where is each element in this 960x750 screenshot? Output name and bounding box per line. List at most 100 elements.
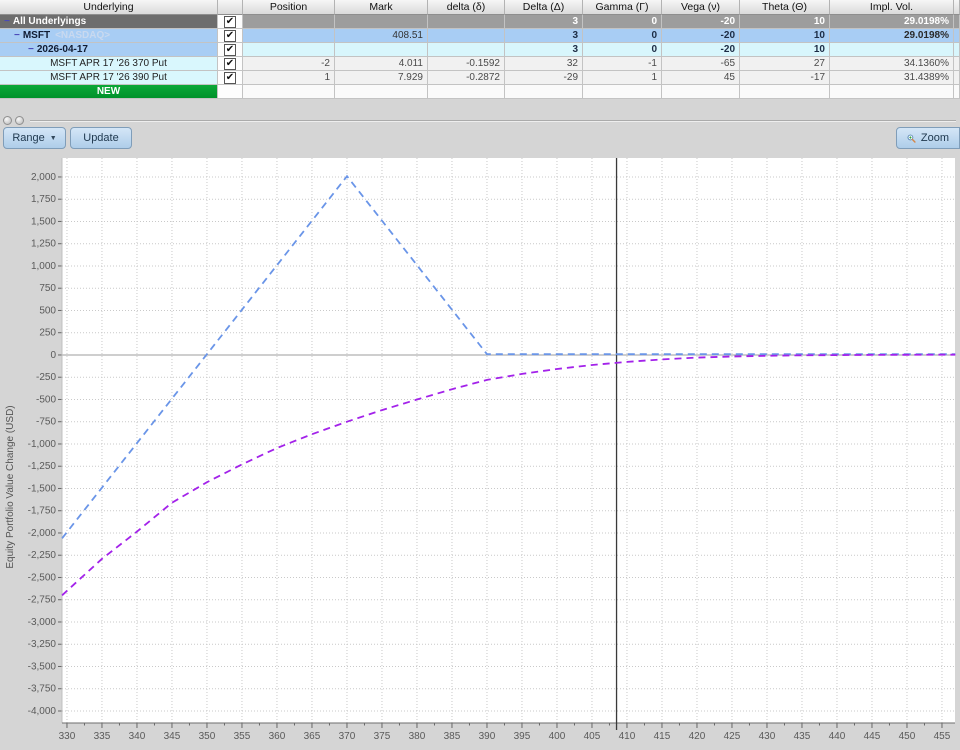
cell-theta: 27 [740,57,830,71]
column-header-theta-[interactable]: Theta (Θ) [740,0,830,15]
cell-checkbox [218,85,243,99]
y-axis-labels: 2,0001,7501,5001,2501,0007505002500-250-… [28,172,57,717]
collapse-minus-icon[interactable]: − [28,44,34,56]
svg-text:360: 360 [269,731,286,742]
row-checkbox[interactable]: ✔ [224,44,236,56]
cell-delta-per-share: -0.1592 [428,57,505,71]
svg-text:350: 350 [199,731,216,742]
row-checkbox[interactable]: ✔ [224,58,236,70]
svg-text:-2,750: -2,750 [28,595,57,606]
column-header-delta-[interactable]: delta (δ) [428,0,505,15]
column-header-blank[interactable] [218,0,243,15]
underlying-label: 2026-04-17 [37,44,88,56]
cell-delta-per-share [428,85,505,99]
underlying-label: MSFT [23,30,50,42]
cell-gamma: 0 [583,43,662,57]
column-header-underlying[interactable]: Underlying [0,0,218,15]
y-axis [58,177,62,711]
cell-edge-strip [954,57,960,71]
column-header-mark[interactable]: Mark [335,0,428,15]
cell-edge-strip [954,15,960,29]
cell-theta: -17 [740,71,830,85]
svg-text:450: 450 [899,731,916,742]
cell-mark [335,85,428,99]
svg-text:440: 440 [829,731,846,742]
row-checkbox[interactable]: ✔ [224,16,236,28]
cell-underlying[interactable]: −MSFT <NASDAQ> [0,29,218,43]
cell-vega: -65 [662,57,740,71]
range-button-label: Range [12,132,44,144]
svg-text:335: 335 [94,731,111,742]
cell-checkbox: ✔ [218,29,243,43]
y-axis-title: Equity Portfolio Value Change (USD) [5,405,16,568]
range-button[interactable]: Range ▼ [3,127,66,149]
cell-impl-vol [830,43,954,57]
cell-checkbox: ✔ [218,15,243,29]
zoom-button-label: Zoom [921,132,949,144]
cell-mark [335,43,428,57]
svg-text:415: 415 [654,731,671,742]
zoom-button[interactable]: Zoom [896,127,960,149]
svg-text:-3,000: -3,000 [28,617,57,628]
x-axis-labels: 3303353403453503553603653703753803853903… [59,731,951,742]
row-checkbox[interactable]: ✔ [224,72,236,84]
update-button[interactable]: Update [70,127,132,149]
cell-underlying[interactable]: MSFT APR 17 '26 390 Put [0,71,218,85]
cell-checkbox: ✔ [218,43,243,57]
cell-gamma: -1 [583,57,662,71]
splitter-collapse-button-2[interactable] [15,116,24,125]
plot-area[interactable] [62,158,955,723]
cell-checkbox: ✔ [218,57,243,71]
svg-text:-3,500: -3,500 [28,661,57,672]
cell-position [243,29,335,43]
cell-impl-vol: 31.4389% [830,71,954,85]
cell-edge-strip [954,71,960,85]
cell-mark: 408.51 [335,29,428,43]
svg-text:-2,500: -2,500 [28,572,57,583]
cell-underlying[interactable]: −2026-04-17 [0,43,218,57]
cell-position: -2 [243,57,335,71]
cell-delta-per-share [428,15,505,29]
cell-edge-strip [954,43,960,57]
svg-text:-1,750: -1,750 [28,506,57,517]
cell-position: 1 [243,71,335,85]
cell-edge-strip [954,29,960,43]
column-header-impl-vol-[interactable]: Impl. Vol. [830,0,954,15]
column-header-delta-[interactable]: Delta (Δ) [505,0,583,15]
cell-underlying[interactable]: NEW [0,85,218,99]
svg-text:390: 390 [479,731,496,742]
cell-mark: 4.011 [335,57,428,71]
cell-underlying[interactable]: −All Underlyings [0,15,218,29]
cell-vega: -20 [662,15,740,29]
exchange-label: <NASDAQ> [55,30,110,42]
column-header-position[interactable]: Position [243,0,335,15]
risk-profile-chart[interactable]: 3303353403453503553603653703753803853903… [0,152,960,745]
risk-profile-plot: 3303353403453503553603653703753803853903… [0,152,960,745]
row-checkbox[interactable]: ✔ [224,30,236,42]
cell-impl-vol [830,85,954,99]
column-header-gamma-[interactable]: Gamma (Γ) [583,0,662,15]
cell-theta: 10 [740,43,830,57]
svg-text:-1,250: -1,250 [28,461,57,472]
cell-underlying[interactable]: MSFT APR 17 '26 370 Put [0,57,218,71]
svg-text:-250: -250 [36,372,56,383]
svg-text:-1,000: -1,000 [28,439,57,450]
cell-gamma: 1 [583,71,662,85]
collapse-minus-icon[interactable]: − [4,16,10,28]
cell-theta [740,85,830,99]
cell-theta: 10 [740,29,830,43]
splitter-collapse-button-1[interactable] [3,116,12,125]
magnifier-zoom-icon [907,132,916,145]
cell-delta: -29 [505,71,583,85]
svg-text:410: 410 [619,731,636,742]
svg-text:425: 425 [724,731,741,742]
cell-delta: 3 [505,15,583,29]
cell-position [243,15,335,29]
svg-text:-750: -750 [36,417,56,428]
column-header-vega-[interactable]: Vega (ν) [662,0,740,15]
collapse-minus-icon[interactable]: − [14,30,20,42]
splitter-divider[interactable] [30,120,956,122]
cell-delta: 3 [505,29,583,43]
svg-text:375: 375 [374,731,391,742]
svg-text:-3,250: -3,250 [28,639,57,650]
